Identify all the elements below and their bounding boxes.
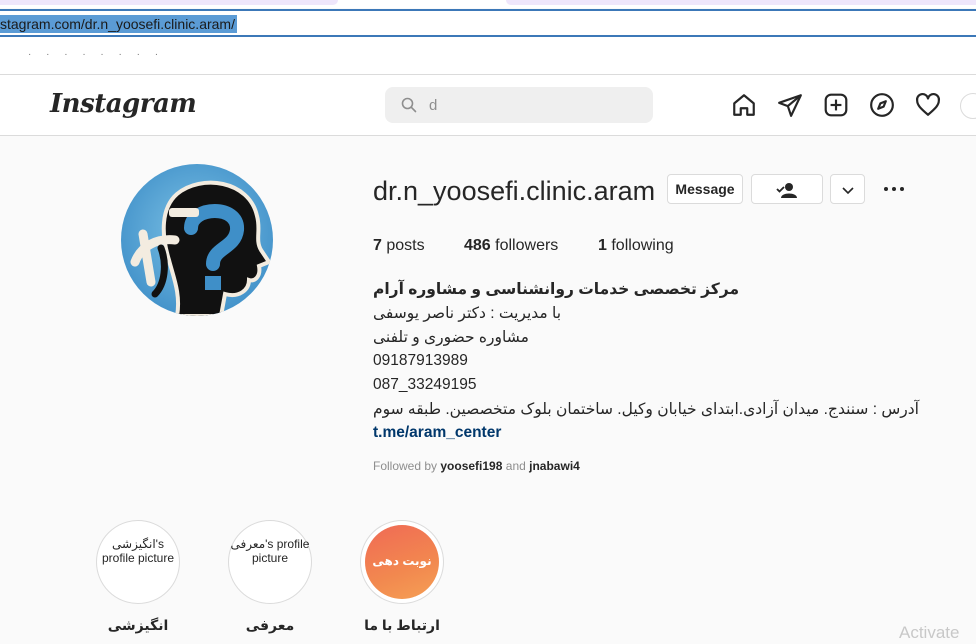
followed-by[interactable]: Followed by yoosefi198 and jnabawi4 bbox=[373, 459, 580, 473]
followed-by-and: and bbox=[505, 459, 526, 473]
suggested-accounts-button[interactable] bbox=[830, 174, 865, 204]
browser-tab-strip bbox=[0, 0, 976, 8]
highlight-cover[interactable]: نوبت دهی bbox=[360, 520, 444, 604]
explore-icon[interactable] bbox=[869, 92, 895, 118]
followed-by-user[interactable]: jnabawi4 bbox=[529, 459, 580, 473]
bookmarks-placeholder: · · · · · · · · bbox=[28, 49, 165, 60]
search-icon bbox=[401, 97, 417, 113]
search-input[interactable]: d bbox=[385, 87, 653, 123]
bio-line: با مدیریت : دکتر ناصر یوسفی bbox=[373, 305, 562, 322]
home-icon[interactable] bbox=[731, 92, 757, 118]
following-stat[interactable]: 1 following bbox=[598, 237, 674, 255]
followed-by-user[interactable]: yoosefi198 bbox=[440, 459, 502, 473]
instagram-navbar: Instagram d bbox=[0, 75, 976, 136]
address-bar[interactable]: stagram.com/dr.n_yoosefi.clinic.aram/ bbox=[0, 9, 976, 37]
chevron-down-icon bbox=[841, 187, 854, 195]
activate-windows-watermark: Activate bbox=[899, 623, 960, 642]
more-options-icon bbox=[884, 187, 904, 191]
highlight-cover[interactable]: انگیزشی's profile picture bbox=[96, 520, 180, 604]
search-value: d bbox=[429, 97, 438, 114]
new-post-icon[interactable] bbox=[823, 92, 849, 118]
options-menu[interactable] bbox=[882, 180, 906, 198]
following-label: following bbox=[611, 237, 674, 254]
direct-message-icon[interactable] bbox=[777, 92, 803, 118]
highlight-image-text: نوبت دهی bbox=[372, 554, 432, 568]
highlight-cover[interactable]: معرفی's profile picture bbox=[228, 520, 312, 604]
story-highlight[interactable]: نوبت دهی ارتباط با ما bbox=[358, 520, 446, 634]
user-check-icon bbox=[776, 183, 797, 199]
browser-tab[interactable] bbox=[0, 0, 338, 5]
story-highlight[interactable]: معرفی's profile picture معرفی bbox=[226, 520, 314, 634]
highlight-gradient-image: نوبت دهی bbox=[365, 525, 439, 599]
bio-phone: 09187913989 bbox=[373, 352, 468, 369]
story-highlight[interactable]: انگیزشی's profile picture انگیزشی bbox=[94, 520, 182, 634]
followers-count: 486 bbox=[464, 237, 491, 254]
followers-stat[interactable]: 486 followers bbox=[464, 237, 558, 255]
clinic-logo-image bbox=[121, 164, 273, 316]
highlight-image-alt: انگیزشی's profile picture bbox=[101, 537, 175, 565]
bio-phone: 087_33249195 bbox=[373, 376, 477, 393]
profile-picture[interactable] bbox=[121, 164, 273, 316]
bio-full-name: مرکز تخصصی خدمات روانشناسی و مشاوره آرام bbox=[373, 281, 740, 298]
following-button[interactable] bbox=[751, 174, 823, 204]
highlight-label: انگیزشی bbox=[107, 617, 169, 633]
profile-username: dr.n_yoosefi.clinic.aram bbox=[373, 176, 656, 206]
message-button[interactable]: Message bbox=[667, 174, 743, 204]
browser-tab[interactable] bbox=[506, 0, 976, 5]
followed-by-prefix: Followed by bbox=[373, 459, 438, 473]
bio-address: آدرس : سنندج. میدان آزادی.ابتدای خیابان … bbox=[373, 401, 919, 418]
posts-count: 7 bbox=[373, 237, 382, 254]
following-count: 1 bbox=[598, 237, 607, 254]
posts-stat: 7 posts bbox=[373, 237, 425, 255]
highlight-label: ارتباط با ما bbox=[364, 617, 440, 633]
bio-website-link[interactable]: t.me/aram_center bbox=[373, 424, 501, 442]
highlight-label: معرفی bbox=[245, 617, 295, 633]
followers-label: followers bbox=[495, 237, 559, 254]
address-bar-url[interactable]: stagram.com/dr.n_yoosefi.clinic.aram/ bbox=[0, 15, 237, 33]
instagram-logo[interactable]: Instagram bbox=[50, 89, 197, 119]
bio-line: مشاوره حضوری و تلفنی bbox=[373, 329, 529, 346]
bookmarks-bar: · · · · · · · · bbox=[0, 37, 976, 75]
posts-label: posts bbox=[386, 237, 425, 254]
highlight-image-alt: معرفی's profile picture bbox=[230, 537, 310, 565]
account-avatar[interactable] bbox=[960, 93, 976, 119]
activity-heart-icon[interactable] bbox=[915, 92, 941, 118]
